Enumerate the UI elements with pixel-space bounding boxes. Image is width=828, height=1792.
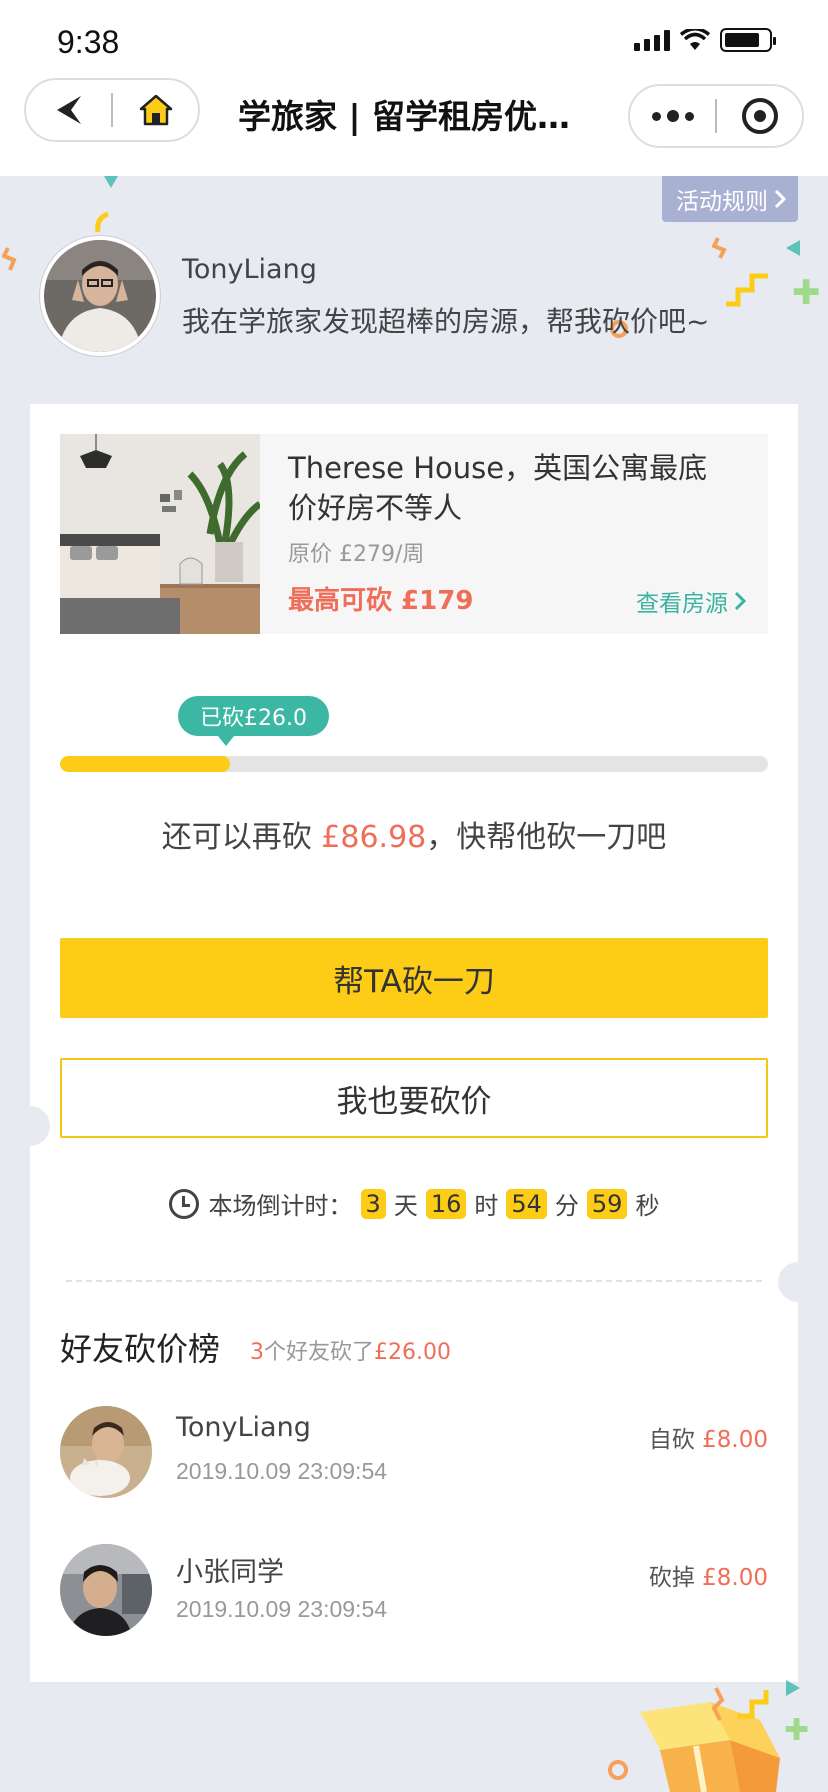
- confetti-decoration: ✚: [792, 273, 821, 313]
- ranking-summary: 3个好友砍了£26.00: [250, 1334, 451, 1366]
- help-cut-button[interactable]: 帮TA砍一刀: [60, 938, 768, 1018]
- confetti-decoration: [712, 237, 727, 259]
- countdown-minutes: 54: [506, 1188, 547, 1219]
- remaining-text: 还可以再砍 £86.98，快帮他砍一刀吧: [30, 812, 798, 856]
- ranking-count-text: 个好友砍了: [264, 1340, 375, 1365]
- house-max-cut: 最高可砍 £179: [288, 586, 474, 616]
- home-icon: [139, 94, 172, 126]
- nav-right-capsule: [628, 84, 804, 148]
- bargain-card: Therese House，英国公寓最底价好房不等人 原价 £279/周 最高可…: [30, 404, 798, 1682]
- rules-button[interactable]: 活动规则: [662, 176, 798, 222]
- confetti-decoration: [104, 176, 118, 188]
- more-dots-icon: [651, 110, 694, 122]
- remaining-amount: £86.98: [321, 820, 427, 855]
- page-title: 学旅家 | 留学租房优惠...: [238, 97, 598, 136]
- divider: [66, 1280, 762, 1282]
- countdown-label: 本场倒计时：: [208, 1192, 353, 1220]
- friend-cut-action: 自砍: [648, 1427, 695, 1453]
- host-name: TonyLiang: [182, 254, 317, 285]
- cut-amount-bubble: 已砍£26.0: [178, 696, 329, 746]
- ranking-count: 3: [250, 1340, 264, 1365]
- house-summary[interactable]: Therese House，英国公寓最底价好房不等人 原价 £279/周 最高可…: [60, 434, 768, 634]
- friend-name: 小张同学: [176, 1557, 284, 1588]
- friend-cut: 自砍 £8.00: [649, 1420, 768, 1454]
- back-button[interactable]: [26, 80, 111, 140]
- page: 9:38 学旅家 | 留学租房优惠... 活动规则 ✚ TonyLiang 我在…: [0, 0, 828, 1792]
- status-icons: [634, 28, 776, 52]
- top-bar: 9:38 学旅家 | 留学租房优惠...: [0, 0, 828, 176]
- ranking-total: £26.00: [374, 1340, 451, 1365]
- avatar: [60, 1544, 152, 1636]
- ticket-notch: [10, 1106, 50, 1146]
- view-house-link[interactable]: 查看房源: [636, 584, 746, 618]
- confetti-decoration: [786, 240, 800, 256]
- friend-time: 2019.10.09 23:09:54: [176, 1596, 388, 1622]
- friend-cut-action: 砍掉: [648, 1565, 695, 1591]
- bargain-progress-fill: [60, 756, 230, 772]
- back-arrow-icon: [56, 96, 81, 124]
- countdown-seconds-unit: 秒: [635, 1192, 660, 1220]
- countdown: 本场倒计时： 3 天 16 时 54 分 59 秒: [30, 1186, 798, 1221]
- target-icon: [741, 98, 778, 134]
- countdown-days: 3: [360, 1188, 386, 1219]
- house-title: Therese House，英国公寓最底价好房不等人: [288, 451, 708, 525]
- confetti-decoration: [726, 273, 768, 307]
- countdown-days-unit: 天: [393, 1192, 418, 1220]
- close-miniprogram-button[interactable]: [717, 86, 802, 146]
- gift-box-decoration: ✚: [608, 1680, 809, 1792]
- view-house-label: 查看房源: [636, 591, 728, 617]
- nav-left-capsule: [24, 78, 200, 142]
- remaining-prefix: 还可以再砍: [161, 820, 322, 855]
- friend-cut-amount: £8.00: [702, 1565, 768, 1591]
- battery-icon: [720, 28, 776, 52]
- host-message: 我在学旅家发现超棒的房源，帮我砍价吧~: [182, 305, 710, 338]
- countdown-hours-unit: 时: [474, 1192, 499, 1220]
- ranking-title: 好友砍价榜: [60, 1330, 221, 1368]
- friend-cut: 砍掉 £8.00: [649, 1558, 768, 1592]
- chevron-right-icon: [734, 591, 746, 611]
- friend-cut-amount: £8.00: [702, 1427, 768, 1453]
- svg-text:✚: ✚: [784, 1713, 809, 1748]
- list-item: TonyLiang 2019.10.09 23:09:54 自砍 £8.00: [60, 1406, 768, 1502]
- avatar: [60, 1406, 152, 1498]
- friend-name: TonyLiang: [176, 1412, 311, 1443]
- countdown-seconds: 59: [586, 1188, 628, 1219]
- house-info: Therese House，英国公寓最底价好房不等人 原价 £279/周 最高可…: [260, 434, 768, 634]
- countdown-minutes-unit: 分: [554, 1192, 579, 1220]
- house-original-price: 原价 £279/周: [288, 542, 425, 567]
- host-avatar: [40, 236, 160, 356]
- ticket-notch: [778, 1262, 818, 1302]
- signal-icon: [634, 29, 670, 51]
- remaining-suffix: ，快帮他砍一刀吧: [426, 820, 667, 855]
- house-image: [60, 434, 263, 634]
- friend-time: 2019.10.09 23:09:54: [176, 1458, 388, 1484]
- more-button[interactable]: [630, 86, 715, 146]
- status-time: 9:38: [57, 24, 120, 60]
- start-bargain-button[interactable]: 我也要砍价: [60, 1058, 768, 1138]
- wifi-icon: [680, 29, 710, 50]
- rules-label: 活动规则: [676, 189, 768, 215]
- clock-icon: [168, 1188, 199, 1219]
- bargain-progress-bar: [60, 756, 768, 772]
- chevron-right-icon: [774, 189, 786, 209]
- list-item: 小张同学 2019.10.09 23:09:54 砍掉 £8.00: [60, 1544, 768, 1640]
- countdown-hours: 16: [425, 1188, 467, 1219]
- home-button[interactable]: [113, 80, 198, 140]
- confetti-decoration: [95, 212, 109, 233]
- confetti-decoration: [2, 247, 17, 271]
